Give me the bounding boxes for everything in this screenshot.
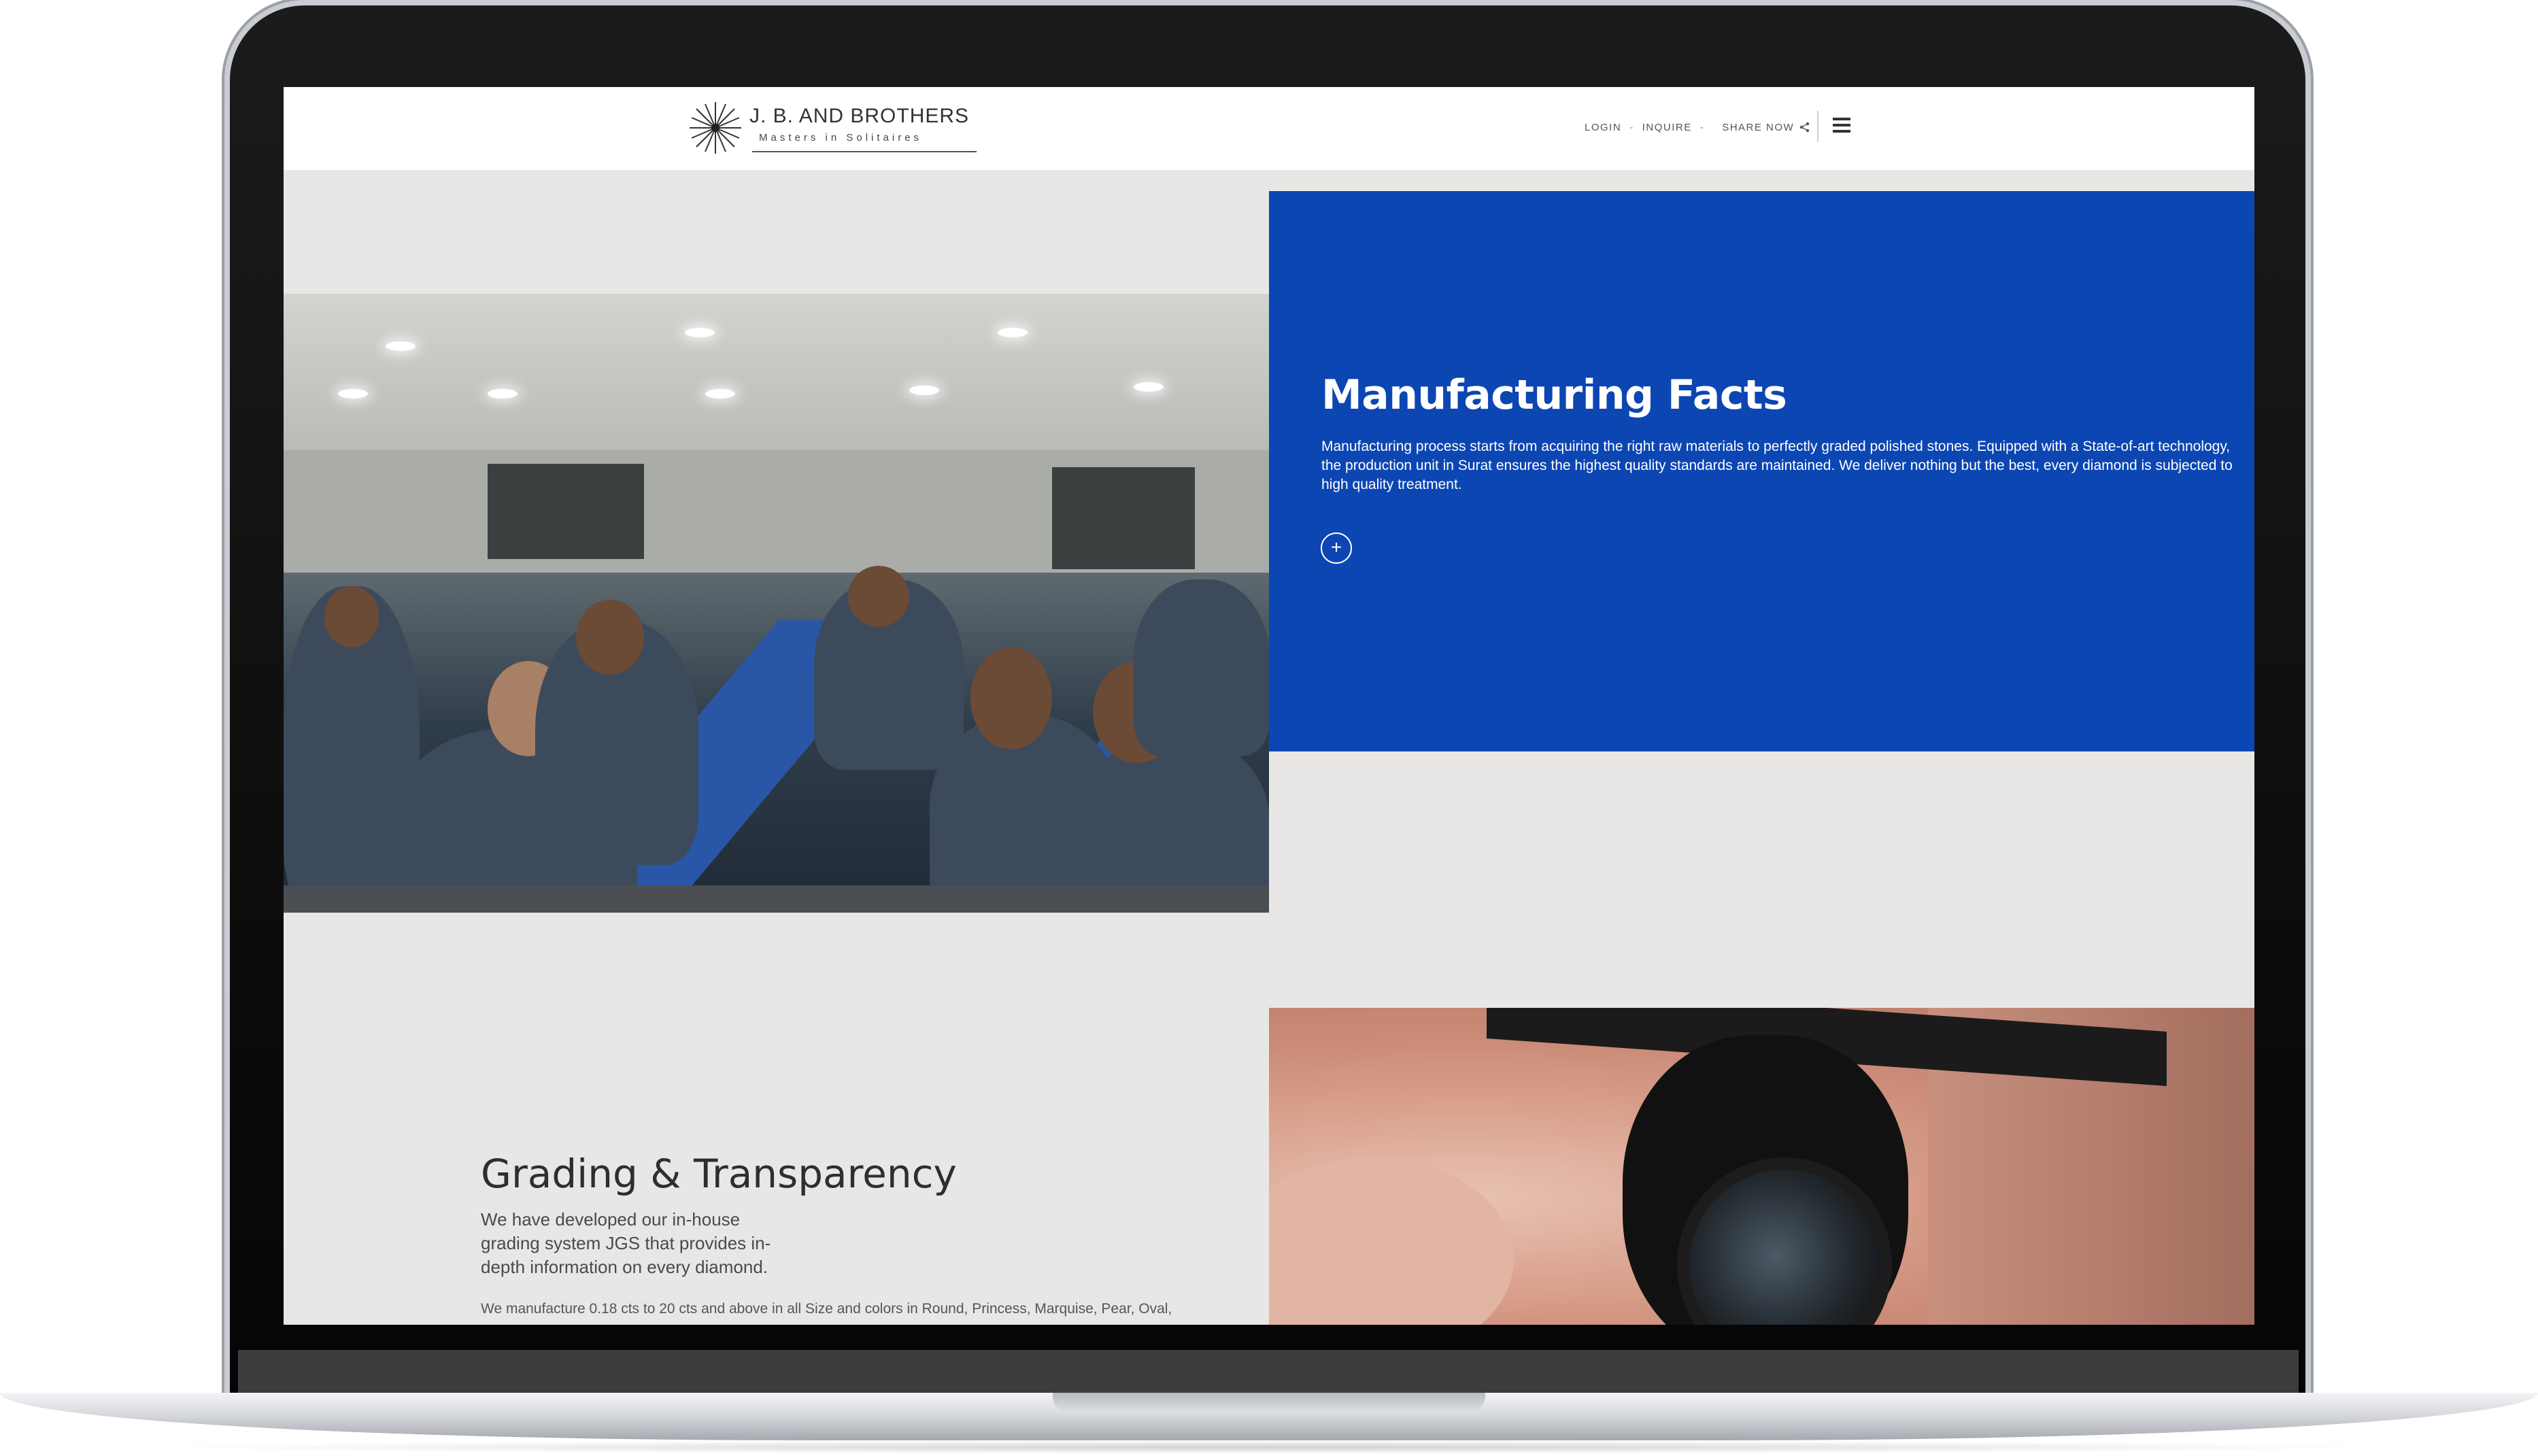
site-logo[interactable]: J. B. AND BROTHERS Masters in Solitaires [688, 95, 1008, 160]
facts-title: Manufacturing Facts [1321, 371, 1787, 419]
laptop-notch [1053, 1393, 1485, 1413]
share-now-link[interactable]: SHARE NOW [1722, 122, 1810, 133]
inquire-link[interactable]: INQUIRE [1642, 122, 1692, 133]
grading-note: We manufacture 0.18 cts to 20 cts and ab… [481, 1301, 1172, 1317]
logo-subtitle: Masters in Solitaires [759, 132, 923, 143]
laptop-chin [238, 1350, 2299, 1399]
share-now-label: SHARE NOW [1722, 121, 1795, 133]
site-header: J. B. AND BROTHERS Masters in Solitaires… [284, 87, 2254, 170]
nav-separator: - [1699, 121, 1705, 133]
website-screen: J. B. AND BROTHERS Masters in Solitaires… [284, 87, 2254, 1325]
hamburger-menu-icon[interactable] [1833, 118, 1850, 133]
manufacturing-facts-panel: Manufacturing Facts Manufacturing proces… [1269, 191, 2254, 751]
laptop-shadow [136, 1440, 2402, 1454]
logo-underline [752, 151, 977, 152]
top-nav: LOGIN - INQUIRE - SHARE NOW [1585, 117, 1810, 137]
grading-title: Grading & Transparency [481, 1151, 957, 1197]
grading-description: We have developed our in-house grading s… [481, 1209, 771, 1277]
share-icon [1800, 122, 1810, 133]
nav-separator: - [1629, 121, 1634, 133]
facts-description: Manufacturing process starts from acquir… [1321, 439, 2233, 492]
login-link[interactable]: LOGIN [1585, 122, 1621, 133]
nav-divider [1817, 111, 1818, 142]
plus-icon[interactable]: + [1321, 532, 1352, 564]
manufacturing-workshop-photo [284, 294, 1269, 913]
diamond-loupe-photo [1269, 1008, 2254, 1325]
logo-title: J. B. AND BROTHERS [749, 105, 970, 127]
star-logo-icon [690, 102, 741, 154]
